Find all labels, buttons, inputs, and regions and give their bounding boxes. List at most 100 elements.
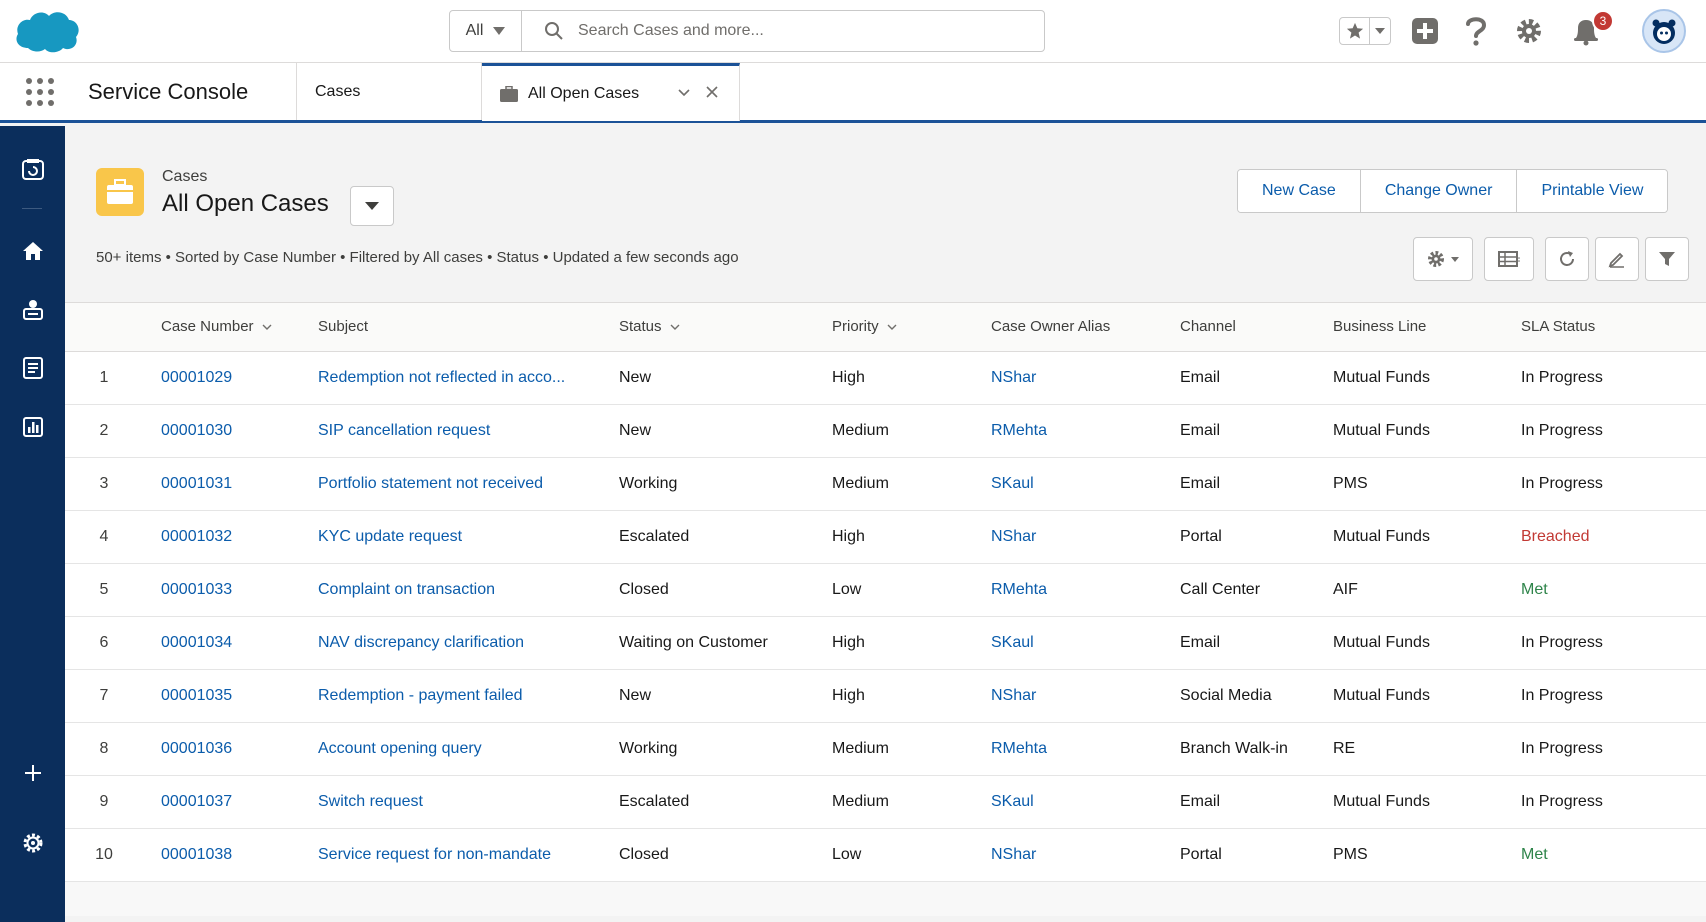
question-icon[interactable] xyxy=(1465,15,1487,47)
subject-link[interactable]: Service request for non-mandate xyxy=(318,828,619,882)
column-header-sla-status[interactable]: SLA Status xyxy=(1521,303,1706,352)
owner-alias-link[interactable]: SKaul xyxy=(991,616,1180,670)
case-number-link[interactable]: 00001032 xyxy=(161,510,318,564)
owner-alias-link[interactable]: RMehta xyxy=(991,722,1180,776)
favorites-button[interactable] xyxy=(1340,18,1370,44)
column-header-status[interactable]: Status xyxy=(619,303,832,352)
column-header-priority[interactable]: Priority xyxy=(832,303,991,352)
case-number-link[interactable]: 00001031 xyxy=(161,457,318,511)
sidebar-notes-button[interactable] xyxy=(20,355,46,381)
status-cell: Escalated xyxy=(619,510,832,564)
table-row: 10 00001038 Service request for non-mandat… xyxy=(65,828,1706,882)
search-scope-label: All xyxy=(465,22,484,39)
owner-alias-link[interactable]: NShar xyxy=(991,828,1180,882)
change-owner-button[interactable]: Change Owner xyxy=(1360,170,1518,212)
list-settings-button[interactable] xyxy=(1413,237,1473,281)
app-launcher-icon[interactable] xyxy=(26,78,54,106)
briefcase-icon xyxy=(500,85,518,102)
row-number: 5 xyxy=(65,563,161,617)
gear-icon[interactable] xyxy=(1515,17,1543,45)
channel-cell: Branch Walk-in xyxy=(1180,722,1333,776)
table-body: 1 00001029 Redemption not reflected in acc… xyxy=(65,351,1706,882)
subject-link[interactable]: KYC update request xyxy=(318,510,619,564)
case-number-link[interactable]: 00001029 xyxy=(161,351,318,405)
status-cell: Working xyxy=(619,457,832,511)
priority-cell: Medium xyxy=(832,404,991,458)
case-number-link[interactable]: 00001038 xyxy=(161,828,318,882)
channel-cell: Email xyxy=(1180,351,1333,405)
tab-cases[interactable]: Cases xyxy=(296,63,482,120)
business-line-cell: AIF xyxy=(1333,563,1521,617)
owner-alias-link[interactable]: RMehta xyxy=(991,404,1180,458)
business-line-cell: Mutual Funds xyxy=(1333,351,1521,405)
display-as-table-button[interactable] xyxy=(1484,237,1534,281)
subject-link[interactable]: SIP cancellation request xyxy=(318,404,619,458)
business-line-cell: PMS xyxy=(1333,828,1521,882)
status-cell: New xyxy=(619,351,832,405)
column-header-business-line[interactable]: Business Line xyxy=(1333,303,1521,352)
document-list-icon xyxy=(23,357,43,379)
user-avatar[interactable] xyxy=(1642,9,1686,53)
list-view-picker[interactable] xyxy=(350,186,394,226)
new-case-button[interactable]: New Case xyxy=(1238,170,1361,212)
owner-alias-link[interactable]: SKaul xyxy=(991,457,1180,511)
chevron-down-icon[interactable] xyxy=(678,86,690,98)
channel-cell: Email xyxy=(1180,404,1333,458)
channel-cell: Email xyxy=(1180,775,1333,829)
case-number-link[interactable]: 00001035 xyxy=(161,669,318,723)
row-number-header xyxy=(65,303,161,352)
sidebar-home-button[interactable] xyxy=(20,238,46,264)
subject-link[interactable]: Redemption - payment failed xyxy=(318,669,619,723)
sidebar-recent-button[interactable] xyxy=(20,156,46,182)
tab-all-open-cases[interactable]: All Open Cases xyxy=(482,63,740,121)
subject-link[interactable]: Redemption not reflected in acco... xyxy=(318,351,619,405)
owner-alias-link[interactable]: NShar xyxy=(991,669,1180,723)
cases-object-icon xyxy=(96,168,144,216)
global-header: All 3 xyxy=(0,0,1706,63)
case-number-link[interactable]: 00001033 xyxy=(161,563,318,617)
sidebar-add-button[interactable] xyxy=(20,760,46,786)
sidebar-settings-button[interactable] xyxy=(20,830,46,856)
sla-status-cell: Met xyxy=(1521,563,1706,617)
inline-edit-button[interactable] xyxy=(1595,237,1639,281)
table-row: 9 00001037 Switch request Escalated Medium SK… xyxy=(65,775,1706,829)
search-input[interactable] xyxy=(578,22,1018,40)
close-icon[interactable] xyxy=(706,86,718,98)
owner-alias-link[interactable]: RMehta xyxy=(991,563,1180,617)
column-header-case-owner-alias[interactable]: Case Owner Alias xyxy=(991,303,1180,352)
subject-link[interactable]: Switch request xyxy=(318,775,619,829)
caret-down-icon xyxy=(1451,256,1459,262)
plus-square-icon[interactable] xyxy=(1411,17,1439,45)
subject-link[interactable]: NAV discrepancy clarification xyxy=(318,616,619,670)
case-number-link[interactable]: 00001030 xyxy=(161,404,318,458)
column-header-case-number[interactable]: Case Number xyxy=(161,303,318,352)
filter-icon xyxy=(1659,252,1675,266)
case-number-link[interactable]: 00001034 xyxy=(161,616,318,670)
printable-view-button[interactable]: Printable View xyxy=(1517,170,1668,212)
refresh-button[interactable] xyxy=(1545,237,1589,281)
column-label: SLA Status xyxy=(1521,318,1596,336)
filter-button[interactable] xyxy=(1645,237,1689,281)
favorites-group xyxy=(1339,17,1391,45)
row-number: 1 xyxy=(65,351,161,405)
priority-cell: High xyxy=(832,669,991,723)
case-number-link[interactable]: 00001036 xyxy=(161,722,318,776)
business-line-cell: Mutual Funds xyxy=(1333,616,1521,670)
table-row: 8 00001036 Account opening query Working Med… xyxy=(65,722,1706,776)
home-icon xyxy=(23,242,43,260)
salesforce-cloud-logo[interactable] xyxy=(14,8,80,54)
search-scope-dropdown[interactable]: All xyxy=(450,11,522,51)
favorites-menu-button[interactable] xyxy=(1370,18,1390,44)
subject-link[interactable]: Complaint on transaction xyxy=(318,563,619,617)
owner-alias-link[interactable]: NShar xyxy=(991,351,1180,405)
column-header-channel[interactable]: Channel xyxy=(1180,303,1333,352)
sidebar-reports-button[interactable] xyxy=(20,414,46,440)
subject-link[interactable]: Portfolio statement not received xyxy=(318,457,619,511)
owner-alias-link[interactable]: SKaul xyxy=(991,775,1180,829)
channel-cell: Portal xyxy=(1180,828,1333,882)
sidebar-contacts-button[interactable] xyxy=(20,296,46,322)
owner-alias-link[interactable]: NShar xyxy=(991,510,1180,564)
column-header-subject[interactable]: Subject xyxy=(318,303,619,352)
subject-link[interactable]: Account opening query xyxy=(318,722,619,776)
case-number-link[interactable]: 00001037 xyxy=(161,775,318,829)
